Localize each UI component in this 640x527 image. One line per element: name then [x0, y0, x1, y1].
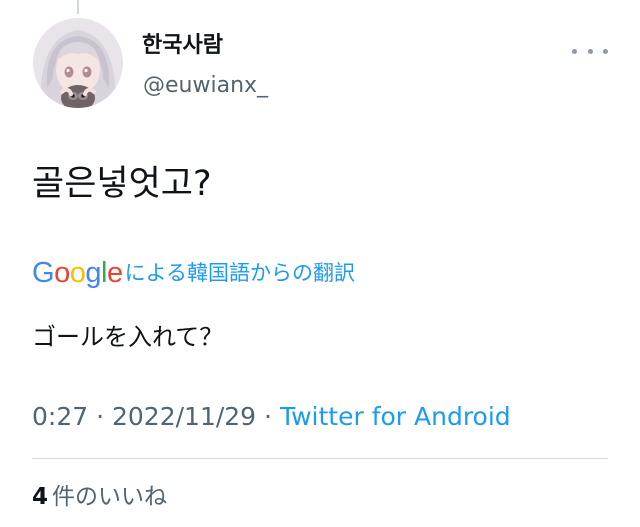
translation-label[interactable]: による韓国語からの翻訳 — [125, 256, 355, 290]
thread-connector-line — [77, 0, 79, 14]
likes-link[interactable]: 4 件のいいね — [32, 480, 167, 514]
more-options-button[interactable] — [572, 40, 608, 62]
divider — [32, 458, 608, 459]
more-dot-icon — [587, 48, 593, 54]
tweet-date[interactable]: 2022/11/29 — [112, 402, 256, 431]
google-logo: Google — [32, 257, 123, 289]
display-name[interactable]: 한국사람 — [142, 32, 223, 60]
source-link[interactable]: Twitter for Android — [280, 402, 511, 431]
translation-attribution[interactable]: Google による韓国語からの翻訳 — [32, 256, 355, 290]
avatar[interactable] — [33, 18, 123, 108]
anime-girl-avatar-icon — [33, 18, 123, 108]
tweet-text: 골은넣엇고? — [32, 164, 212, 204]
more-dot-icon — [603, 48, 608, 54]
tweet-metadata: 0:27 · 2022/11/29 · Twitter for Android — [32, 400, 511, 434]
more-dot-icon — [572, 48, 577, 54]
tweet-time[interactable]: 0:27 — [32, 402, 88, 431]
meta-separator: · — [264, 402, 272, 431]
user-handle[interactable]: @euwianx_ — [143, 72, 268, 100]
translated-text: ゴールを入れて？ — [32, 323, 224, 351]
meta-separator: · — [96, 402, 105, 431]
likes-count: 4 — [32, 484, 49, 510]
likes-label: 件のいいね — [52, 484, 168, 510]
